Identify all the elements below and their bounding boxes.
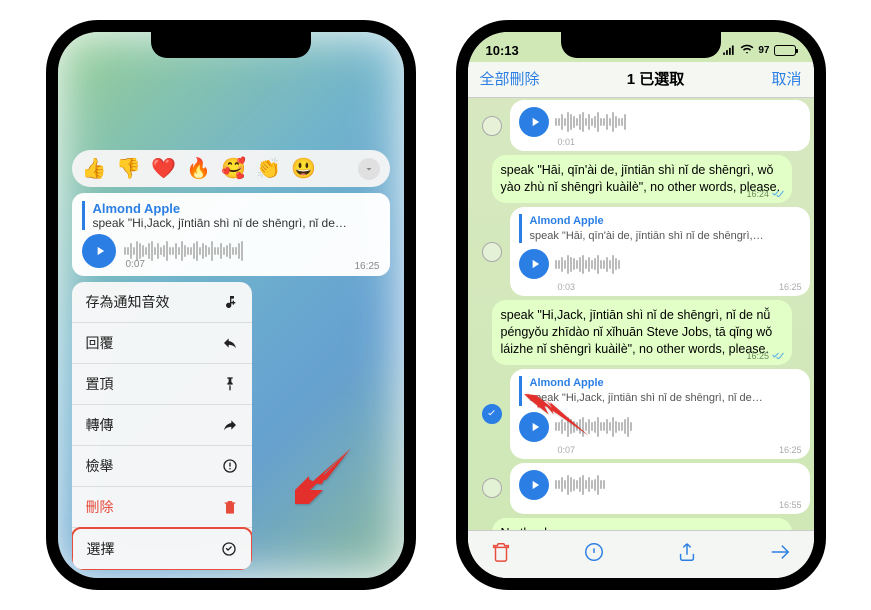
selection-toolbar: 全部刪除 1 已選取 取消 [468, 62, 814, 98]
battery-icon [774, 45, 796, 56]
voice-duration: 0:07 [126, 259, 145, 270]
reaction-hearteyes-icon[interactable]: 🥰 [221, 156, 246, 181]
share-icon [676, 541, 698, 563]
waveform-icon [555, 474, 766, 496]
menu-label: 存為通知音效 [86, 292, 170, 312]
reaction-heart-icon[interactable]: ❤️ [151, 156, 176, 181]
message-text: No thanks [501, 526, 557, 530]
voice-message-incoming[interactable]: 16:55 [510, 463, 810, 514]
message-text: speak "Hāi, qīn'ài de, jīntiān shì nǐ de… [501, 163, 781, 194]
reply-quoted-text: speak "Hāi, qīn'ài de, jīntiān shì nǐ de… [530, 229, 780, 244]
annotation-red-arrow [288, 441, 358, 516]
share-selected-button[interactable] [676, 541, 698, 568]
play-icon [528, 257, 542, 271]
reaction-picker[interactable]: 👍 👎 ❤️ 🔥 🥰 👏 😃 [72, 150, 390, 187]
status-time: 10:13 [486, 43, 519, 58]
iphone-notch [151, 32, 311, 58]
menu-select[interactable]: 選擇 [72, 527, 252, 570]
chat-messages-pane[interactable]: 0:01 speak "Hāi, qīn'ài de, jīntiān shì … [468, 98, 814, 530]
reaction-clap-icon[interactable]: 👏 [256, 156, 281, 181]
play-icon [528, 115, 542, 129]
selection-checkbox[interactable] [482, 242, 502, 262]
reaction-thumbs-up-icon[interactable]: 👍 [82, 156, 107, 181]
voice-message-incoming[interactable]: 0:01 [510, 100, 810, 151]
menu-label: 選擇 [87, 539, 115, 559]
menu-delete[interactable]: 刪除 [72, 487, 252, 528]
message-timestamp: 16:55 [779, 499, 802, 511]
menu-label: 置頂 [86, 374, 114, 394]
iphone-notch [561, 32, 721, 58]
outgoing-text-message[interactable]: speak "Hāi, qīn'ài de, jīntiān shì nǐ de… [492, 155, 792, 203]
cellular-signal-icon [722, 42, 736, 59]
waveform-icon [555, 111, 766, 133]
selection-checkbox[interactable] [482, 478, 502, 498]
selection-action-toolbar [468, 530, 814, 578]
info-icon [583, 541, 605, 563]
voice-duration: 0:03 [558, 281, 576, 293]
report-selected-button[interactable] [583, 541, 605, 568]
cancel-button[interactable]: 取消 [771, 68, 801, 89]
reply-sender-name: Almond Apple [530, 214, 801, 229]
selection-count-title: 1 已選取 [627, 68, 685, 89]
menu-save-sound[interactable]: 存為通知音效 [72, 282, 252, 323]
outgoing-text-message[interactable]: speak "Hi,Jack, jīntiān shì nǐ de shēngr… [492, 300, 792, 365]
chevron-down-icon [363, 163, 375, 175]
read-ticks-icon [772, 189, 784, 199]
menu-label: 刪除 [86, 497, 114, 517]
phone-right-mockup: 10:13 97 全部刪除 1 已選取 取消 0:01 s [456, 20, 826, 590]
reaction-grin-icon[interactable]: 😃 [291, 156, 316, 181]
message-timestamp: 16:25 [779, 444, 802, 456]
sender-name: Almond Apple [93, 201, 380, 216]
check-icon [486, 408, 497, 419]
selection-checkbox[interactable] [482, 116, 502, 136]
quoted-text: speak "Hi,Jack, jīntiān shì nǐ de shēngr… [93, 216, 380, 230]
play-button[interactable] [519, 107, 549, 137]
message-text: speak "Hi,Jack, jīntiān shì nǐ de shēngr… [501, 308, 773, 356]
reply-arrow-icon [222, 335, 238, 351]
menu-report[interactable]: 檢舉 [72, 446, 252, 487]
menu-pin[interactable]: 置頂 [72, 364, 252, 405]
play-button[interactable] [82, 234, 116, 268]
selection-checkbox-checked[interactable] [482, 404, 502, 424]
phone-left-mockup: 👍 👎 ❤️ 🔥 🥰 👏 😃 Almond Apple speak "Hi,Ja… [46, 20, 416, 590]
forward-selected-button[interactable] [769, 541, 791, 568]
message-timestamp: 16:25 [746, 350, 783, 362]
annotation-red-arrow [522, 387, 592, 447]
pin-icon [222, 376, 238, 392]
trash-icon [490, 541, 512, 563]
voice-duration: 0:01 [558, 136, 576, 148]
play-button[interactable] [519, 470, 549, 500]
reaction-thumbs-down-icon[interactable]: 👎 [116, 156, 141, 181]
menu-label: 回覆 [86, 333, 114, 353]
message-timestamp: 16:24 [746, 188, 783, 200]
context-menu: 存為通知音效 回覆 置頂 轉傳 檢舉 刪除 [72, 282, 252, 570]
play-button[interactable] [519, 249, 549, 279]
read-ticks-icon [772, 351, 784, 361]
play-icon [528, 478, 542, 492]
wifi-icon [740, 42, 754, 59]
battery-percent: 97 [758, 45, 769, 56]
forward-arrow-icon [222, 417, 238, 433]
delete-selected-button[interactable] [490, 541, 512, 568]
waveform-icon[interactable] [124, 240, 380, 262]
message-timestamp: 16:25 [354, 261, 379, 272]
check-circle-icon [221, 541, 237, 557]
play-icon [93, 244, 107, 258]
more-reactions-button[interactable] [358, 158, 380, 180]
forward-arrow-icon [769, 541, 791, 563]
context-message-preview[interactable]: Almond Apple speak "Hi,Jack, jīntiān shì… [72, 193, 390, 276]
message-timestamp: 16:25 [779, 281, 802, 293]
trash-icon [222, 499, 238, 515]
delete-all-button[interactable]: 全部刪除 [480, 68, 540, 89]
waveform-icon [555, 253, 801, 275]
incoming-reply-message[interactable]: Almond Apple speak "Hāi, qīn'ài de, jīnt… [510, 207, 810, 297]
menu-forward[interactable]: 轉傳 [72, 405, 252, 446]
outgoing-text-message[interactable]: No thanks 16:56 [492, 518, 792, 530]
reaction-fire-icon[interactable]: 🔥 [186, 156, 211, 181]
menu-reply[interactable]: 回覆 [72, 323, 252, 364]
menu-label: 轉傳 [86, 415, 114, 435]
menu-label: 檢舉 [86, 456, 114, 476]
info-icon [222, 458, 238, 474]
music-add-icon [222, 294, 238, 310]
